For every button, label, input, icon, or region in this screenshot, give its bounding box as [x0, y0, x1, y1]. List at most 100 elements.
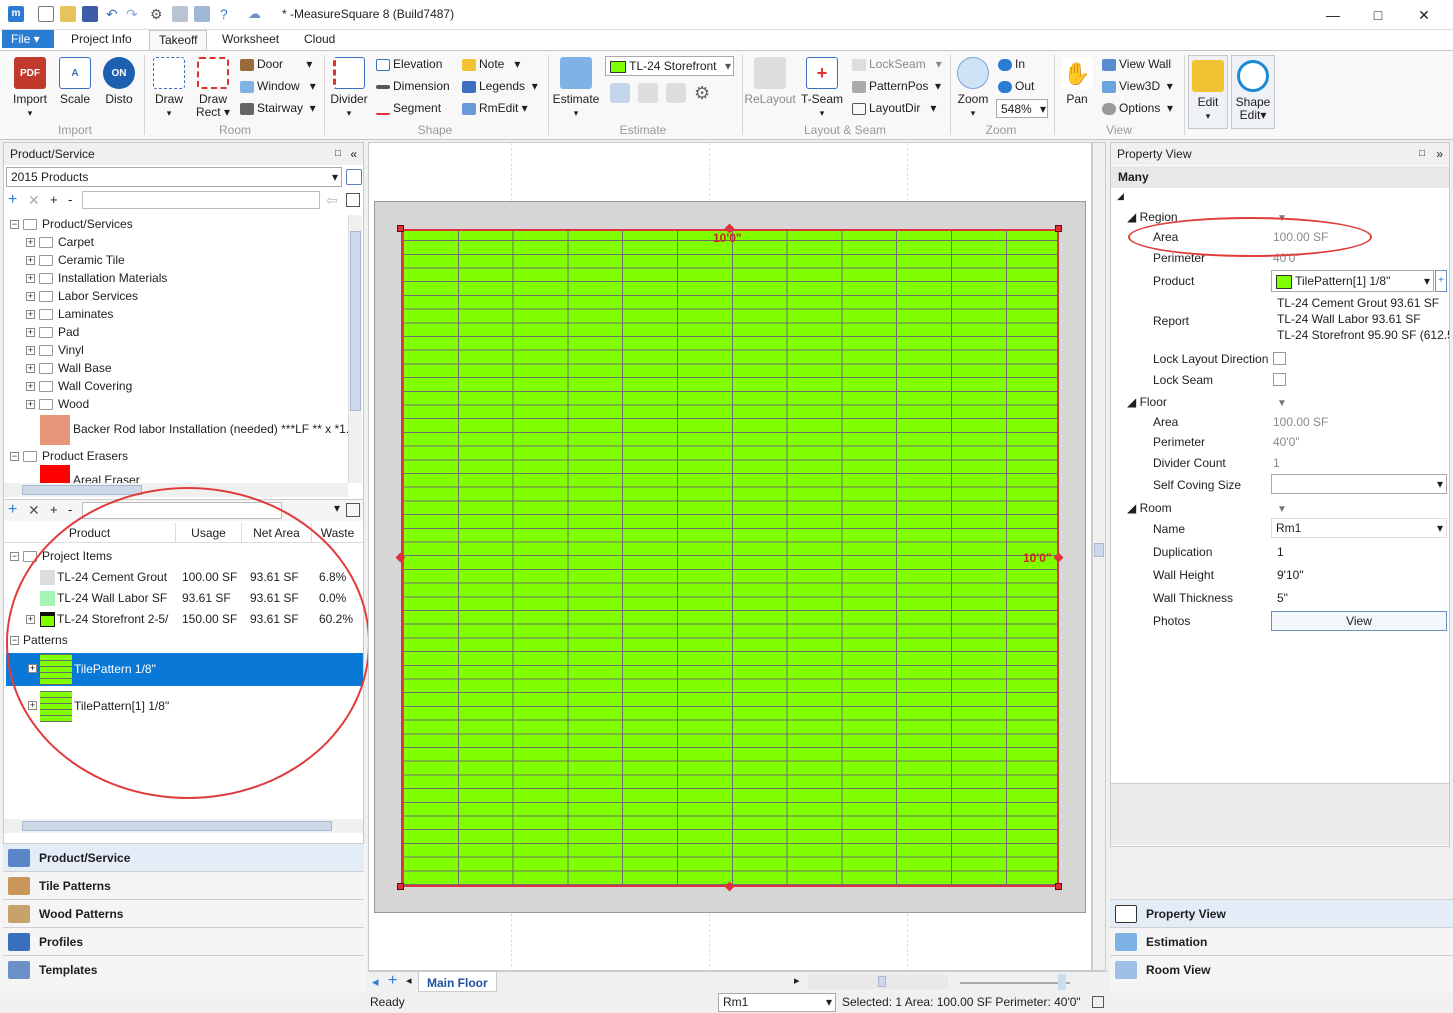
tree-item-installation-materials[interactable]: + Installation Materials	[26, 269, 167, 287]
wall-height-value[interactable]: 9'10"	[1277, 565, 1304, 585]
back-icon[interactable]: ⇦	[326, 191, 338, 209]
scroll-thumb[interactable]	[350, 231, 361, 411]
cloud-icon[interactable]: ☁	[248, 6, 264, 22]
relayout-button[interactable]: ReLayout	[744, 57, 796, 106]
chevron-down-icon[interactable]: ▾	[334, 501, 340, 515]
tree-vertical-scrollbar[interactable]	[348, 215, 362, 483]
tree-item-areal-eraser[interactable]: Areal Eraser	[40, 465, 140, 483]
app-logo-icon[interactable]: m	[8, 6, 24, 22]
minimize-button[interactable]: —	[1318, 4, 1348, 26]
draw-button[interactable]: Draw ▾	[148, 57, 190, 120]
segment-button[interactable]: Segment	[376, 99, 441, 117]
nav-wood-patterns[interactable]: Wood Patterns	[3, 899, 364, 927]
rmedit-button[interactable]: RmEdit ▾	[462, 99, 528, 117]
pin-icon[interactable]: □	[335, 143, 341, 165]
tree-item-pad[interactable]: + Pad	[26, 323, 79, 341]
tree-item-labor-services[interactable]: + Labor Services	[26, 287, 138, 305]
gear-icon[interactable]: ⚙	[694, 83, 710, 104]
product-select[interactable]: TL-24 Storefront ▾	[605, 56, 734, 76]
legends-button[interactable]: Legends ▾	[462, 77, 538, 95]
chevron-left-icon[interactable]: ◂	[372, 974, 379, 990]
room-name-select[interactable]: Rm1 ▾	[1271, 518, 1447, 538]
tab-main-floor[interactable]: Main Floor	[418, 972, 497, 992]
nav-product-service[interactable]: Product/Service	[3, 843, 364, 871]
tree-item-product-erasers[interactable]: − Product Erasers	[10, 447, 128, 465]
product-property-select[interactable]: TilePattern[1] 1/8" ▾	[1271, 270, 1434, 292]
database-icon[interactable]	[172, 6, 188, 22]
duplication-value[interactable]: 1	[1277, 542, 1284, 562]
add-icon[interactable]: +	[8, 501, 17, 519]
remove-icon[interactable]: ✕	[28, 191, 40, 209]
zoom-level-select[interactable]: 548% ▾	[996, 99, 1048, 118]
view3d-button[interactable]: View3D ▾	[1102, 77, 1173, 95]
redo-icon[interactable]: ↷	[126, 6, 142, 22]
nav-estimation[interactable]: Estimation	[1110, 927, 1453, 955]
tile-pattern-region[interactable]	[401, 229, 1059, 887]
help-icon[interactable]: ?	[220, 6, 236, 22]
zoom-slider-thumb[interactable]	[1058, 974, 1066, 990]
tree-item-wall-base[interactable]: + Wall Base	[26, 359, 112, 377]
import-button[interactable]: PDF Import ▾	[8, 57, 52, 120]
undo-icon[interactable]: ↶	[106, 6, 122, 22]
zoom-in-button[interactable]: In	[998, 55, 1025, 73]
add-icon[interactable]: +	[8, 191, 17, 209]
estimate-tool-icon[interactable]	[638, 83, 658, 103]
layoutdir-button[interactable]: LayoutDir ▾	[852, 99, 936, 117]
nav-room-view[interactable]: Room View	[1110, 955, 1453, 983]
tree-root[interactable]: − Product/Services	[10, 215, 133, 233]
canvas-vertical-scrollbar[interactable]	[1092, 142, 1106, 971]
collapse-icon[interactable]: ◢	[1117, 191, 1124, 202]
nav-profiles[interactable]: Profiles	[3, 927, 364, 955]
section-room[interactable]: ◢ Room	[1127, 498, 1172, 518]
zoom-button[interactable]: Zoom ▾	[952, 57, 994, 120]
view-wall-button[interactable]: View Wall	[1102, 55, 1171, 73]
scroll-thumb[interactable]	[878, 976, 886, 987]
expand-icon[interactable]: »	[1436, 143, 1443, 165]
collapse-icon[interactable]: «	[350, 143, 357, 165]
chevron-left-icon[interactable]: ◂	[406, 974, 412, 987]
lock-seam-checkbox[interactable]	[1273, 373, 1286, 386]
tree-item-wall-covering[interactable]: + Wall Covering	[26, 377, 132, 395]
grid-horizontal-scrollbar[interactable]	[4, 819, 363, 833]
door-button[interactable]: Door ▾	[240, 55, 312, 73]
tab-takeoff[interactable]: Takeoff	[149, 30, 208, 51]
estimate-tool-icon[interactable]	[666, 83, 686, 103]
pan-button[interactable]: ✋ Pan	[1058, 57, 1096, 106]
lockseam-button[interactable]: LockSeam ▾	[852, 55, 942, 73]
edit-button[interactable]: Edit ▾	[1188, 55, 1228, 129]
close-button[interactable]: ✕	[1409, 4, 1439, 26]
tree-item-ceramic-tile[interactable]: + Ceramic Tile	[26, 251, 125, 269]
panel-layout-icon[interactable]	[346, 193, 360, 207]
vertex-handle[interactable]	[397, 883, 404, 890]
vertex-handle[interactable]	[397, 225, 404, 232]
note-button[interactable]: Note ▾	[462, 55, 520, 73]
tree-item-backer-rod[interactable]: Backer Rod labor Installation (needed) *…	[40, 413, 348, 445]
file-menu-button[interactable]: File ▾	[2, 30, 54, 48]
drawing-canvas[interactable]: 10'0" 10'0"	[368, 142, 1092, 972]
stairway-button[interactable]: Stairway ▾	[240, 99, 316, 117]
chevron-right-icon[interactable]: ▸	[794, 974, 800, 987]
maximize-button[interactable]: □	[1363, 4, 1393, 26]
layout-icon[interactable]	[194, 6, 210, 22]
canvas-horizontal-scrollbar[interactable]	[808, 975, 948, 989]
zoom-slider[interactable]	[960, 982, 1070, 984]
scroll-thumb[interactable]	[22, 821, 332, 831]
nav-property-view[interactable]: Property View	[1110, 899, 1453, 927]
divider-button[interactable]: Divider ▾	[328, 57, 370, 120]
disto-button[interactable]: ON Disto	[98, 57, 140, 106]
section-floor[interactable]: ◢ Floor	[1127, 392, 1167, 412]
remove-icon[interactable]: ✕	[28, 502, 40, 519]
elevation-button[interactable]: Elevation	[376, 55, 442, 73]
scroll-thumb[interactable]	[1094, 543, 1104, 557]
shape-edit-button[interactable]: Shape Edit▾	[1231, 55, 1275, 129]
collapse-all-icon[interactable]: -	[68, 191, 72, 209]
scale-button[interactable]: A Scale	[54, 57, 96, 106]
scroll-thumb[interactable]	[22, 485, 142, 495]
window-button[interactable]: Window ▾	[240, 77, 316, 95]
view-photos-button[interactable]: View	[1271, 611, 1447, 631]
dimension-button[interactable]: Dimension	[376, 77, 450, 95]
room-select[interactable]: Rm1 ▾	[718, 993, 836, 1012]
options-button[interactable]: Options ▾	[1102, 99, 1173, 117]
tab-worksheet[interactable]: Worksheet	[213, 30, 288, 50]
estimate-tool-icon[interactable]	[610, 83, 630, 103]
